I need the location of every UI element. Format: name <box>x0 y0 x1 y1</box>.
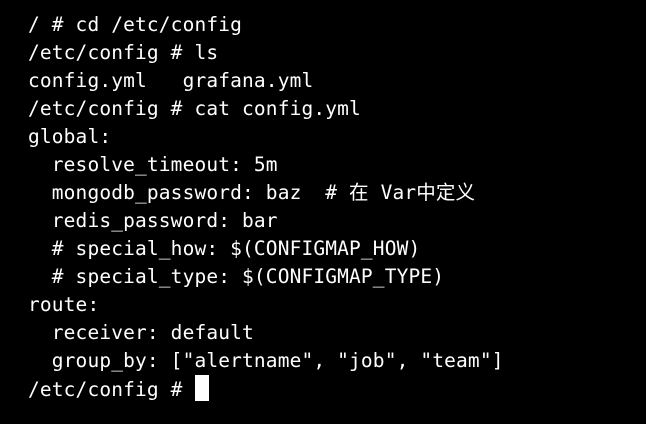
terminal-line: /etc/config # ls <box>28 41 219 64</box>
terminal-prompt: /etc/config # <box>28 378 195 401</box>
terminal-line: config.yml grafana.yml <box>28 69 314 92</box>
terminal-window[interactable]: / # cd /etc/config /etc/config # ls conf… <box>0 0 646 424</box>
terminal-line: mongodb_password: baz # 在 Var中定义 <box>28 181 476 204</box>
terminal-line: /etc/config # cat config.yml <box>28 97 361 120</box>
terminal-output: / # cd /etc/config /etc/config # ls conf… <box>28 11 504 403</box>
terminal-cursor[interactable] <box>195 375 210 401</box>
terminal-line: resolve_timeout: 5m <box>28 153 278 176</box>
terminal-line: # special_how: $(CONFIGMAP_HOW) <box>28 237 421 260</box>
terminal-line: # special_type: $(CONFIGMAP_TYPE) <box>28 265 445 288</box>
terminal-line: redis_password: bar <box>28 209 278 232</box>
terminal-line: / # cd /etc/config <box>28 13 243 36</box>
terminal-line: group_by: ["alertname", "job", "team"] <box>28 349 504 372</box>
terminal-line: route: <box>28 293 100 316</box>
terminal-line: receiver: default <box>28 321 254 344</box>
terminal-prompt-line[interactable]: /etc/config # <box>28 375 504 403</box>
terminal-line: global: <box>28 125 112 148</box>
